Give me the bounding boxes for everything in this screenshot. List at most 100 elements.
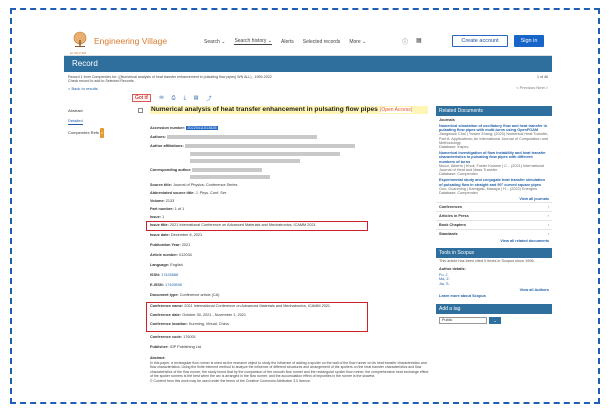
- nav-search-history-label: Search history: [234, 38, 267, 44]
- brand-name[interactable]: Engineering Village: [94, 36, 167, 46]
- search-meta: Record 1 from Compendex for: ((Numerical…: [68, 75, 488, 84]
- related-title[interactable]: Experimental study and conjugate heat tr…: [439, 178, 549, 186]
- redacted-affiliations: [184, 144, 355, 148]
- related-title[interactable]: Numerical investigation of flow instabil…: [439, 151, 549, 164]
- got-it-button[interactable]: Got it!: [132, 94, 152, 102]
- affiliation-redacted-2: [190, 152, 340, 156]
- related-item[interactable]: Numerical simulation of oscillatory flow…: [436, 123, 552, 150]
- related-documents-header: Related Documents: [436, 106, 552, 116]
- create-account-button[interactable]: Create account: [452, 35, 508, 47]
- main-nav: Search ⌄ Search history ⌄ Alerts Selecte…: [204, 38, 366, 45]
- author-details-label: Author details:: [439, 266, 466, 271]
- nav-search-history[interactable]: Search history ⌄: [234, 38, 272, 45]
- header: ELSEVIER Engineering Village Search ⌄ Se…: [64, 26, 552, 56]
- chevron-right-icon: ›: [547, 232, 549, 237]
- tag-visibility-value[interactable]: Public: [439, 316, 487, 324]
- issn-link[interactable]: 17426588: [161, 273, 178, 277]
- field-issue: Issue: 1: [150, 215, 164, 219]
- nav-more[interactable]: More ⌄: [349, 39, 366, 45]
- field-value: 176001: [183, 335, 196, 339]
- institution-icon[interactable]: ▦: [416, 37, 422, 46]
- related-row-standards[interactable]: Standards ›: [436, 229, 552, 238]
- journals-label: Journals: [439, 118, 455, 122]
- author-list: Fu, J. Ma, Z. Jia, S.: [436, 272, 552, 288]
- author-link[interactable]: Jia, S.: [439, 282, 549, 287]
- field-issue-title: Issue title: 2021 International Conferen…: [150, 223, 316, 227]
- field-label: Authors:: [150, 135, 166, 139]
- share-icon[interactable]: ⤴: [207, 95, 212, 102]
- redacted-affiliations-2: [190, 152, 340, 156]
- screenshot: ELSEVIER Engineering Village Search ⌄ Se…: [64, 26, 552, 392]
- field-value: 012034: [179, 253, 192, 257]
- field-value: December 6, 2021: [170, 233, 203, 237]
- add-tag-header: Add a tag: [436, 303, 552, 314]
- frame-border-right: [598, 8, 600, 404]
- redacted-authors: [166, 135, 317, 139]
- frame-border-bottom: [10, 402, 600, 404]
- field-conference-date: Conference date: October 30, 2021 - Nove…: [150, 313, 246, 317]
- nav-detailed[interactable]: Detailed: [68, 118, 83, 125]
- related-db: Database: Compendex: [439, 191, 478, 196]
- field-label: Author affiliations:: [150, 144, 184, 148]
- select-record-checkbox[interactable]: [138, 108, 143, 113]
- related-item[interactable]: Numerical investigation of flow instabil…: [436, 150, 552, 177]
- chevron-down-icon[interactable]: ⌄: [489, 316, 501, 324]
- related-title[interactable]: Numerical simulation of oscillatory flow…: [439, 124, 549, 132]
- field-value: 1 of 1: [174, 207, 185, 211]
- eissn-link[interactable]: 17426596: [165, 283, 182, 287]
- nav-compendex-refs-label: Compendex Refs: [68, 130, 99, 135]
- field-authors: Authors:: [150, 135, 317, 139]
- row-label: Book Chapters: [439, 223, 467, 228]
- pager-buttons[interactable]: < Previous Next >: [516, 85, 548, 90]
- field-label: Volume:: [150, 199, 165, 203]
- field-part-number: Part number: 1 of 1: [150, 207, 184, 211]
- field-label: Conference date:: [150, 313, 182, 317]
- field-eissn: E-ISSN: 17426596: [150, 283, 182, 287]
- nav-abstract[interactable]: Abstract: [68, 106, 128, 116]
- frame-border-top: [10, 8, 600, 10]
- download-icon[interactable]: ⤓: [184, 95, 186, 101]
- nav-compendex-refs[interactable]: Compendex Refs 0: [68, 128, 128, 138]
- tag-visibility-select[interactable]: Public ⌄: [439, 316, 549, 324]
- learn-more-scopus-link[interactable]: Learn more about Scopus: [436, 293, 552, 299]
- nav-alerts-label: Alerts: [281, 38, 294, 45]
- field-value: October 30, 2021 - November 1, 2021: [182, 313, 247, 317]
- nav-selected-records-label: Selected records: [302, 38, 341, 45]
- field-value: 2021: [181, 243, 191, 247]
- related-row-book-chapters[interactable]: Book Chapters ›: [436, 220, 552, 229]
- print-icon[interactable]: ⎙: [172, 95, 176, 101]
- record-toolbar: Got it! ✉ ⎙ ⤓ ▤ ⤴: [132, 94, 212, 102]
- field-affiliations: Author affiliations:: [150, 144, 355, 148]
- chevron-right-icon: ›: [547, 223, 549, 228]
- help-icon[interactable]: ⓘ: [402, 37, 408, 46]
- tools-in-scopus-header: Tools in Scopus: [436, 248, 552, 259]
- field-accession: Accession number: 20220411513826: [150, 126, 218, 130]
- field-issue-date: Issue date: December 6, 2021: [150, 233, 202, 237]
- redacted-corresponding: [192, 168, 263, 172]
- related-row-conferences[interactable]: Conferences ›: [436, 202, 552, 211]
- abstract-text: In this paper, a rectangular flow runner…: [150, 360, 429, 379]
- back-to-results-link[interactable]: < Back to results: [68, 86, 98, 91]
- record-detail: Numerical analysis of heat transfer enha…: [138, 106, 432, 392]
- save-icon[interactable]: ▤: [194, 95, 199, 101]
- nav-search-label: Search: [204, 38, 220, 45]
- refs-count-badge: 0: [100, 128, 104, 138]
- field-label: Article number:: [150, 253, 179, 257]
- related-db: Database: Inspec: [439, 145, 469, 150]
- field-abbrev-title: Abbreviated source title: J. Phys. Conf.…: [150, 191, 227, 195]
- nav-alerts[interactable]: Alerts: [281, 39, 294, 45]
- nav-selected-records[interactable]: Selected records: [303, 39, 341, 45]
- chevron-right-icon: ›: [547, 214, 549, 219]
- email-icon[interactable]: ✉: [159, 95, 163, 101]
- related-row-articles-in-press[interactable]: Articles in Press ›: [436, 211, 552, 220]
- corresponding-redacted-2: [190, 175, 270, 179]
- sign-in-button[interactable]: Sign in: [514, 35, 544, 47]
- header-icons: ⓘ ▦: [402, 37, 422, 46]
- view-all-related-link[interactable]: View all related documents: [436, 238, 552, 244]
- sidebar: Related Documents Journals Numerical sim…: [436, 106, 552, 327]
- field-value: J. Phys. Conf. Ser.: [195, 191, 228, 195]
- field-label: Publication Year:: [150, 243, 181, 247]
- nav-search[interactable]: Search ⌄: [204, 39, 225, 45]
- field-conference-code: Conference code: 176001: [150, 335, 196, 339]
- related-item[interactable]: Experimental study and conjugate heat tr…: [436, 177, 552, 196]
